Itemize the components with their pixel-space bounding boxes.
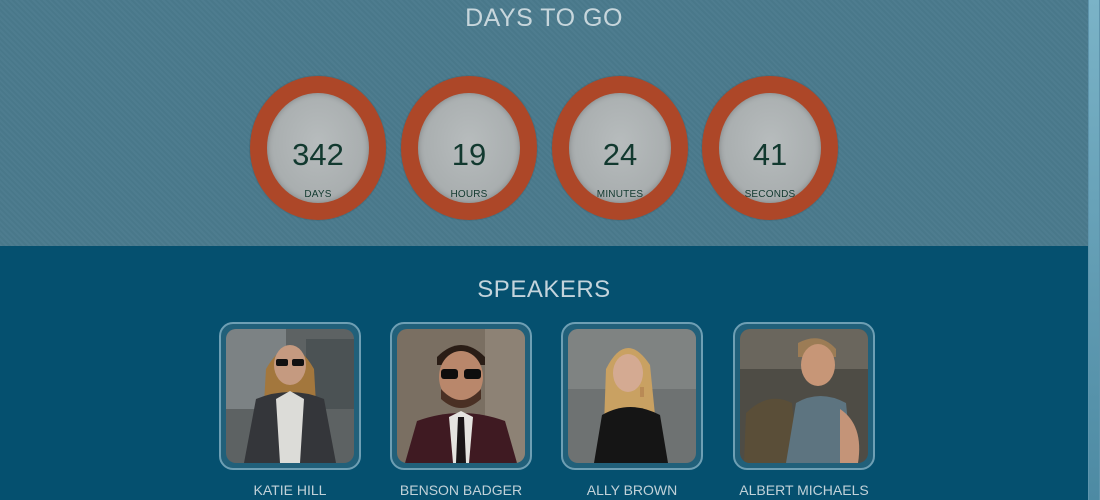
speaker-photo[interactable] (740, 329, 868, 463)
speakers-section: SPEAKERS KATIE HILL BENSON BADGER ALLY B… (0, 246, 1088, 500)
speaker-photo[interactable] (568, 329, 696, 463)
countdown-face: 19 HOURS (418, 93, 520, 203)
speaker-portrait (568, 329, 696, 463)
countdown-value: 41 (752, 137, 788, 172)
scrollbar-thumb[interactable] (1089, 0, 1099, 500)
countdown-face: 342 DAYS (267, 93, 369, 203)
countdown-title: DAYS TO GO (465, 4, 623, 32)
page-scrollbar[interactable] (1088, 0, 1100, 500)
countdown-value: 24 (602, 137, 638, 172)
speakers-title: SPEAKERS (477, 276, 611, 303)
countdown-seconds: 41 SECONDS (702, 76, 838, 220)
countdown-face: 24 MINUTES (569, 93, 671, 203)
speaker-photo[interactable] (397, 329, 525, 463)
speaker-photo[interactable] (226, 329, 354, 463)
countdown-unit: DAYS (304, 189, 332, 200)
speaker-name: KATIE HILL (253, 482, 327, 498)
countdown-hours: 19 HOURS (401, 76, 537, 220)
countdown-minutes: 24 MINUTES (552, 76, 688, 220)
countdown-unit: MINUTES (596, 189, 644, 200)
countdown-value: 19 (451, 137, 487, 172)
speaker-name: BENSON BADGER (399, 482, 523, 498)
countdown-section: DAYS TO GO 342 DAYS 19 HOURS 24 MINUTES … (0, 0, 1088, 246)
countdown-face: 41 SECONDS (719, 93, 821, 203)
countdown-unit: SECONDS (744, 189, 796, 200)
speaker-portrait (226, 329, 354, 463)
speaker-portrait (397, 329, 525, 463)
countdown-unit: HOURS (450, 189, 488, 200)
speaker-card-albert-michaels[interactable] (733, 322, 875, 470)
speaker-card-katie-hill[interactable] (219, 322, 361, 470)
speaker-portrait (740, 329, 868, 463)
speaker-card-ally-brown[interactable] (561, 322, 703, 470)
speaker-card-benson-badger[interactable] (390, 322, 532, 470)
countdown-value: 342 (292, 137, 344, 172)
speaker-name: ALBERT MICHAELS (739, 482, 869, 498)
speaker-name: ALLY BROWN (586, 482, 678, 498)
countdown-days: 342 DAYS (250, 76, 386, 220)
